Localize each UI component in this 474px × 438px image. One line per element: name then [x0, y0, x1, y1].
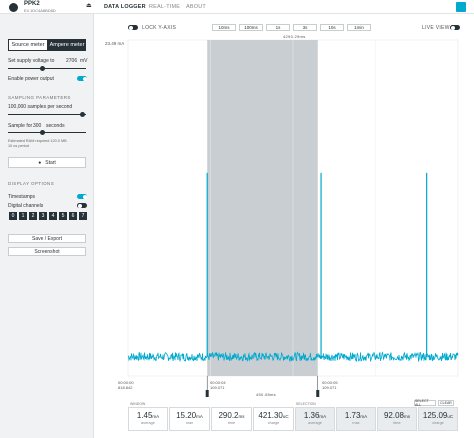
x-tick-1-ms: 109.071	[210, 385, 225, 390]
window-time: 290.2ms time	[211, 407, 252, 431]
window-charge-value: 421.30	[258, 411, 283, 420]
selection-region	[207, 40, 318, 376]
clear-button[interactable]: CLEAR	[438, 400, 454, 406]
selection-charge-name: charge	[432, 421, 444, 425]
window-average-value: 1.45	[136, 411, 153, 420]
selection-time-name: time	[393, 421, 401, 425]
window-charge-unit: uC	[282, 414, 289, 419]
selection-duration-label: 450.08ms	[256, 392, 276, 397]
window-charge: 421.30uC charge	[253, 407, 294, 431]
window-max-value: 15.20	[176, 411, 197, 420]
selection-max-unit: mA	[360, 414, 368, 419]
window-charge-name: charge	[267, 421, 280, 425]
selection-charge-value: 125.09	[422, 411, 448, 420]
selection-max-name: max	[352, 421, 360, 425]
selection-charge: 125.09uC charge	[418, 407, 458, 431]
window-average: 1.45mA average	[128, 407, 168, 431]
x-tick-1: 00:00:04 109.071	[210, 380, 226, 390]
selection-time-value: 92.08	[383, 411, 405, 420]
selection-charge-unit: uC	[447, 414, 454, 419]
window-time-name: time	[227, 421, 236, 425]
window-max-unit: mA	[196, 414, 203, 419]
x-tick-2: 00:00:05 109.071	[322, 380, 338, 390]
selection-time-unit: ms	[404, 414, 411, 419]
window-average-name: average	[141, 421, 155, 425]
selection-average-value: 1.36	[303, 411, 320, 420]
window-average-unit: mA	[152, 414, 160, 419]
window-time-value: 290.2	[218, 411, 239, 420]
x-tick-0-ms: 818.842	[118, 385, 133, 390]
selection-time: 92.08ms time	[377, 407, 417, 431]
window-time-unit: ms	[238, 414, 245, 419]
window-header: WINDOW	[130, 402, 146, 406]
window-max: 15.20mA max	[169, 407, 210, 431]
selection-average-unit: mA	[319, 414, 327, 419]
x-tick-2-ms: 109.071	[322, 385, 337, 390]
window-max-name: max	[185, 421, 194, 425]
x-tick-0: 00:00:00 818.842	[118, 380, 134, 390]
selection-average: 1.36mA average	[295, 407, 335, 431]
selection-average-name: average	[308, 421, 322, 425]
selection-max-value: 1.73	[344, 411, 361, 420]
selection-header: SELECTION	[296, 402, 316, 406]
selection-max: 1.73mA max	[336, 407, 376, 431]
current-chart[interactable]	[0, 0, 474, 438]
select-all-button[interactable]: SELECT ALL	[414, 399, 436, 407]
